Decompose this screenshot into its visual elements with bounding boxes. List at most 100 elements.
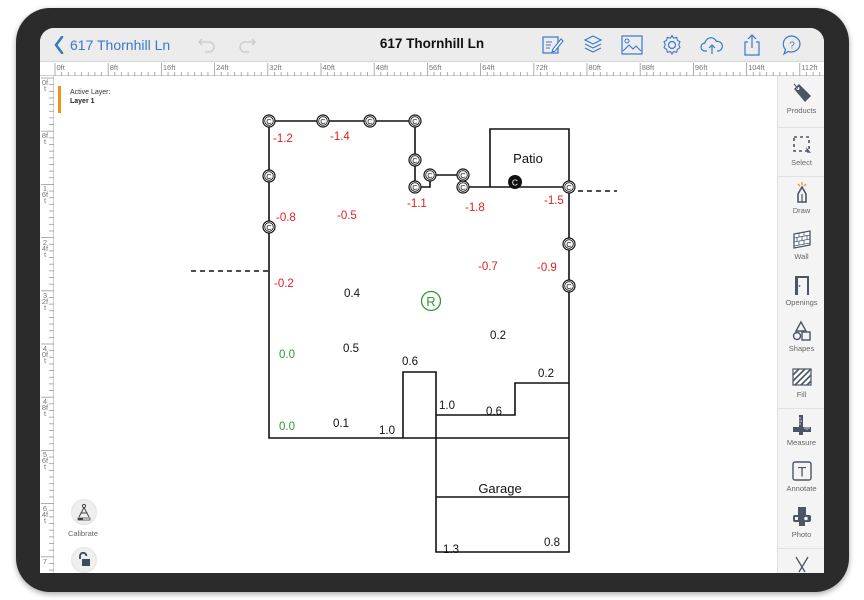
ruler-label: 32ft xyxy=(269,63,282,72)
elevation-label: 0.5 xyxy=(343,343,359,355)
corner-marker-label: C xyxy=(460,171,466,180)
svg-text:T: T xyxy=(797,464,806,480)
elevation-label: -1.1 xyxy=(407,198,427,210)
corner-marker-label: C xyxy=(566,240,572,249)
tool-label: Shapes xyxy=(788,344,815,353)
elevation-label: -1.2 xyxy=(273,133,293,145)
tool-products[interactable]: Products xyxy=(778,78,824,124)
ruler-label: 56ft xyxy=(428,63,442,72)
corner-marker-label: C xyxy=(566,183,572,192)
cloud-upload-icon[interactable] xyxy=(700,33,724,57)
tool-label: Products xyxy=(786,106,817,115)
app-screen: 617 Thornhill Ln 617 Thornhill Ln ? 0ft 8… xyxy=(40,28,824,573)
layers-icon[interactable] xyxy=(581,33,605,57)
elevation-label: -0.5 xyxy=(337,210,357,222)
tool-label: Draw xyxy=(792,206,811,215)
top-toolbar: 617 Thornhill Ln 617 Thornhill Ln ? xyxy=(40,28,824,62)
redo-icon[interactable] xyxy=(236,34,258,56)
ruler-label: 72ft xyxy=(535,63,548,72)
tool-label: Photo xyxy=(791,530,812,539)
elevation-label: 1.3 xyxy=(443,544,459,556)
corner-marker-label: C xyxy=(412,156,418,165)
ruler-label: 40ft xyxy=(322,63,336,72)
hatch-fill-icon xyxy=(791,368,812,386)
tool-fill[interactable]: Fill xyxy=(778,362,824,408)
tool-label: Annotate xyxy=(786,484,817,493)
tool-sidebar: Products Select Draw Wall Openings Shape… xyxy=(777,76,824,573)
ruler-label: 24ft xyxy=(41,237,49,259)
ruler-label: 24ft xyxy=(216,63,229,72)
scissors-icon xyxy=(794,556,809,573)
calibrate-label: Calibrate xyxy=(68,529,99,538)
corner-marker-label: C xyxy=(566,282,572,291)
tool-annotate[interactable]: T Annotate xyxy=(778,456,824,502)
ruler-label: 40ft xyxy=(41,344,49,365)
divider xyxy=(778,408,824,409)
tool-openings[interactable]: Openings xyxy=(778,270,824,316)
drawing-canvas[interactable]: Active Layer: Layer 1 CCCCCCCCCCCCCCC R … xyxy=(55,77,777,573)
unlock-icon xyxy=(79,552,90,566)
image-icon[interactable] xyxy=(620,33,644,57)
corner-marker-label: C xyxy=(412,183,418,192)
elevation-label: -0.2 xyxy=(274,278,294,290)
tool-cut[interactable] xyxy=(778,550,824,573)
corner-marker-label: C xyxy=(427,171,433,180)
tool-wall[interactable]: Wall xyxy=(778,224,824,270)
corner-marker-label: C xyxy=(412,117,418,126)
tool-label: Fill xyxy=(796,390,807,399)
floor-plan: C C C CCCC CCCCCCCC R Patio Garage -1.2 -1.4-… xyxy=(191,114,617,556)
share-icon[interactable] xyxy=(740,33,764,57)
corner-marker-label: C xyxy=(266,117,272,126)
svg-text:?: ? xyxy=(789,41,795,52)
ruler-label: 16ft xyxy=(41,184,49,206)
elevation-label: 0.4 xyxy=(344,288,361,300)
elevation-label: 0.0 xyxy=(279,421,295,433)
closet-outline xyxy=(402,371,437,438)
corner-marker-label: C xyxy=(367,117,373,126)
elevation-label: -0.7 xyxy=(478,261,498,273)
ruler-measure-icon xyxy=(792,415,811,435)
settings-gear-icon[interactable] xyxy=(660,33,684,57)
lock-toggle-button[interactable] xyxy=(71,547,97,573)
corner-marker-label: C xyxy=(266,223,272,232)
ruler-label: 80ft xyxy=(588,63,602,72)
ruler-label: 7 xyxy=(42,556,48,566)
tool-draw[interactable]: Draw xyxy=(778,178,824,224)
ruler-label: 48ft xyxy=(41,397,49,419)
compass-calibrate-icon xyxy=(77,503,91,521)
calibrate-button[interactable] xyxy=(71,499,97,525)
tool-label: Wall xyxy=(794,252,809,261)
edit-icon[interactable] xyxy=(540,33,564,57)
tool-photo[interactable]: Photo xyxy=(778,502,824,548)
ruler-label: 8ft xyxy=(109,63,119,72)
divider xyxy=(778,127,824,128)
divider xyxy=(778,548,824,549)
tool-label: Select xyxy=(791,158,812,167)
ruler-label: 16ft xyxy=(162,63,176,72)
tool-label: Measure xyxy=(786,438,817,447)
elevation-label: 0.0 xyxy=(279,349,295,361)
divider xyxy=(778,176,824,177)
ruler-label: 32ft xyxy=(41,290,49,312)
text-annotate-icon: T xyxy=(791,461,812,481)
tool-shapes[interactable]: Shapes xyxy=(778,316,824,362)
brick-wall-icon xyxy=(792,230,811,249)
back-label: 617 Thornhill Ln xyxy=(70,37,171,53)
elevation-label: -0.8 xyxy=(276,212,296,224)
elevation-label: -1.5 xyxy=(544,195,564,207)
elevation-label: -1.8 xyxy=(465,202,485,214)
elevation-label: 0.2 xyxy=(490,330,506,342)
help-icon[interactable]: ? xyxy=(780,33,804,57)
tool-select[interactable]: Select xyxy=(778,130,824,176)
corner-marker-label: C xyxy=(320,117,326,126)
ruler-label: 0ft xyxy=(41,78,49,93)
tool-measure[interactable]: Measure xyxy=(778,410,824,456)
undo-icon[interactable] xyxy=(196,34,218,56)
elevation-label: -0.9 xyxy=(537,262,557,274)
elevation-label: 1.0 xyxy=(439,400,455,412)
back-button[interactable]: 617 Thornhill Ln xyxy=(54,34,170,56)
door-icon xyxy=(794,276,809,295)
elevation-label: 0.8 xyxy=(544,537,560,549)
camera-icon xyxy=(792,507,811,526)
ruler-label: 64ft xyxy=(41,503,49,525)
